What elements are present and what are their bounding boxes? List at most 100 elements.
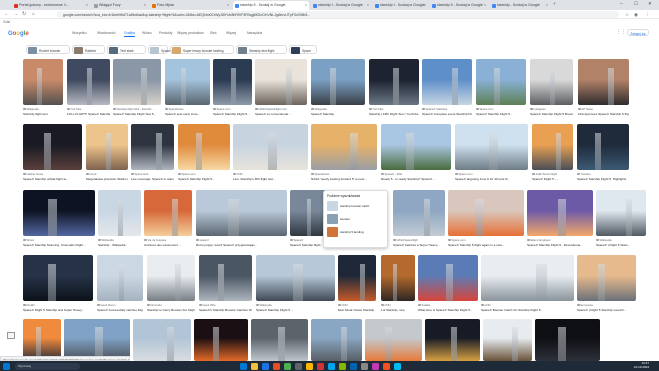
image-result[interactable]: Space.com SpaceX Starship Flight 5... — [178, 124, 230, 187]
result-source[interactable]: SpaceX - Wiki — [381, 172, 451, 176]
url-input[interactable]: google.com/search?sca_esv=b1beb96d71a5bd… — [57, 11, 619, 18]
result-thumbnail[interactable] — [256, 255, 335, 301]
image-result[interactable]: CNN SpaceX Booster Catch On Starship Flig… — [481, 255, 574, 318]
image-result[interactable]: Wired SpaceX Starship Stunning, Cinematic… — [23, 190, 95, 253]
image-result[interactable]: GoodMegarakieta przesuła. Wielki sukces … — [86, 124, 128, 187]
image-result[interactable]: Geek Wire SpaceX's Starship Booster Catch… — [199, 255, 252, 318]
image-result[interactable]: Wikipedia Starship flight test — [23, 59, 63, 122]
result-caption[interactable]: Retro puppy: learnt SpaceX przygotowując… — [196, 243, 287, 247]
result-caption[interactable]: SpaceX vs conventional... — [255, 112, 307, 116]
result-caption[interactable]: Starship | Fifth Flight Test | YouTube — [369, 112, 419, 116]
image-result[interactable]: Ekko's Engineer SpaceX Starship Flight 5 … — [527, 190, 593, 253]
result-caption[interactable]: Live: Starship's fifth flight test... — [233, 177, 308, 181]
result-source[interactable]: Space.com — [455, 172, 528, 176]
result-thumbnail[interactable] — [532, 124, 573, 170]
taskbar-app-icon[interactable] — [394, 362, 401, 370]
result-source[interactable]: CNN — [338, 303, 376, 307]
menu-icon[interactable]: ⋮ — [645, 12, 650, 18]
result-thumbnail[interactable] — [483, 319, 532, 361]
result-thumbnail[interactable] — [381, 255, 415, 301]
related-search-item[interactable]: starship 5 landing — [327, 226, 384, 239]
result-source[interactable]: Space.com — [448, 238, 524, 242]
result-thumbnail[interactable] — [86, 124, 128, 170]
result-thumbnail[interactable] — [133, 319, 191, 361]
result-thumbnail[interactable] — [194, 319, 248, 361]
google-logo[interactable]: Google — [8, 31, 29, 37]
result-thumbnail[interactable] — [381, 124, 451, 170]
result-caption[interactable]: FULL FLIGHT! SpaceX Starship Flight 5... — [67, 112, 110, 116]
taskbar-app-icon[interactable] — [306, 362, 313, 370]
image-result[interactable] — [365, 319, 422, 361]
result-thumbnail[interactable] — [476, 59, 526, 105]
image-result[interactable]: NASASpaceflight SpaceX Catches a Super He… — [393, 190, 445, 253]
tab-close-icon[interactable]: × — [144, 3, 146, 7]
result-caption[interactable]: SpaceX Starship Flight 5 - Revolutiona..… — [527, 243, 593, 247]
image-result[interactable]: Xaldi Stock Flight SpaceX Flight 5 - ... — [532, 124, 573, 187]
image-result[interactable]: Gizmodo Starship to Carry Booster For Fli… — [147, 255, 195, 318]
image-result[interactable]: SpaceX Starbase SpaceX Complete event Sta… — [422, 59, 472, 122]
browser-tab[interactable]: starship - Szukaj w Google × — [490, 1, 550, 10]
result-caption[interactable]: SpaceX Flight 5 - ... — [532, 177, 573, 181]
result-thumbnail[interactable] — [455, 124, 528, 170]
result-thumbnail[interactable] — [393, 190, 445, 236]
result-thumbnail[interactable] — [577, 124, 629, 170]
result-thumbnail[interactable] — [448, 190, 524, 236]
result-source[interactable]: Space.com — [178, 172, 230, 176]
result-source[interactable]: Reddit — [23, 303, 93, 307]
back-icon[interactable]: ← — [4, 11, 9, 17]
result-thumbnail[interactable] — [97, 255, 143, 301]
window-min-button[interactable]: – — [620, 1, 623, 6]
result-thumbnail[interactable] — [535, 319, 600, 361]
browser-tab[interactable]: Wiagęzi Fuzy × — [92, 1, 148, 10]
result-thumbnail[interactable] — [311, 59, 365, 105]
image-result[interactable] — [311, 319, 362, 361]
result-caption[interactable]: SpaceX Starship Flight 5... — [178, 177, 230, 181]
result-caption[interactable]: What time is SpaceX Starship Flight 5... — [418, 308, 478, 312]
result-caption[interactable]: FAA approves SpaceX Starship 5 flig... — [578, 112, 629, 116]
result-caption[interactable]: Starship - Wikipedia — [98, 243, 141, 247]
image-result[interactable]: Space.com SpaceX Starship Flight 5... — [213, 59, 252, 122]
result-caption[interactable]: SpaceX Starship Flight 5... — [476, 112, 526, 116]
result-caption[interactable]: Archives des Lancement ... — [144, 243, 192, 247]
result-thumbnail[interactable] — [196, 190, 287, 236]
result-source[interactable]: Wikipedia — [98, 238, 141, 242]
result-caption[interactable]: SpaceX Booster Catch On Starship Flight … — [481, 308, 574, 312]
image-result[interactable]: Xataka What time is SpaceX Starship Fligh… — [418, 255, 478, 318]
result-source[interactable]: NASASpaceflight — [393, 238, 445, 242]
taskbar-app-icon[interactable] — [273, 362, 280, 370]
browser-tab[interactable]: starship fl - Szukaj w Google × — [233, 1, 309, 10]
result-source[interactable]: Space.com — [213, 107, 252, 111]
tab-wszystko[interactable]: Wszystko — [72, 31, 87, 35]
result-thumbnail[interactable] — [290, 190, 326, 236]
image-result[interactable] — [194, 319, 248, 361]
image-result[interactable]: Euronews SpaceX | Flight 5 Starship Launc… — [577, 255, 636, 318]
taskbar-app-icon[interactable] — [372, 362, 379, 370]
result-source[interactable]: CNN — [481, 303, 574, 307]
result-caption[interactable]: Ready 5 - to ready Starship? SpaceX... — [381, 177, 451, 181]
result-source[interactable]: Good — [86, 172, 128, 176]
result-thumbnail[interactable] — [98, 190, 141, 236]
bookmark-star-icon[interactable]: ☆ — [625, 12, 629, 18]
result-caption[interactable]: SpaceX | Flight 5 Starship Launch... — [577, 308, 636, 312]
browser-tab[interactable]: starship f - Szukaj w Google × — [311, 1, 371, 10]
result-thumbnail[interactable] — [578, 59, 629, 105]
result-thumbnail[interactable] — [131, 124, 174, 170]
taskbar-app-icon[interactable] — [240, 362, 247, 370]
result-source[interactable]: Ekko's Engineer — [527, 238, 593, 242]
browser-tab[interactable]: Foto Mjsta × — [150, 1, 231, 10]
result-caption[interactable]: SpaceX Starship Flight Test 5... — [113, 112, 161, 116]
chip-2[interactable]: Rakieta — [72, 45, 105, 54]
image-result[interactable] — [425, 319, 480, 361]
result-source[interactable]: CNN — [233, 172, 308, 176]
home-icon[interactable]: ⌂ — [32, 11, 35, 17]
image-result[interactable]: CNN Lol Starship, nice — [381, 255, 415, 318]
taskbar-app-icon[interactable] — [295, 362, 302, 370]
result-source[interactable]: Euronews — [577, 303, 636, 307]
tab-grafika[interactable]: Grafika — [124, 31, 135, 37]
result-source[interactable]: YouTube — [369, 107, 419, 111]
taskbar-app-icon[interactable] — [383, 362, 390, 370]
result-source[interactable]: NASASpaceFlight.com — [255, 107, 307, 111]
chip-6[interactable]: Starship test flight — [236, 45, 287, 54]
result-thumbnail[interactable] — [199, 255, 252, 301]
result-caption[interactable]: SpaceX Starship 5 flight again in a new.… — [448, 243, 524, 247]
